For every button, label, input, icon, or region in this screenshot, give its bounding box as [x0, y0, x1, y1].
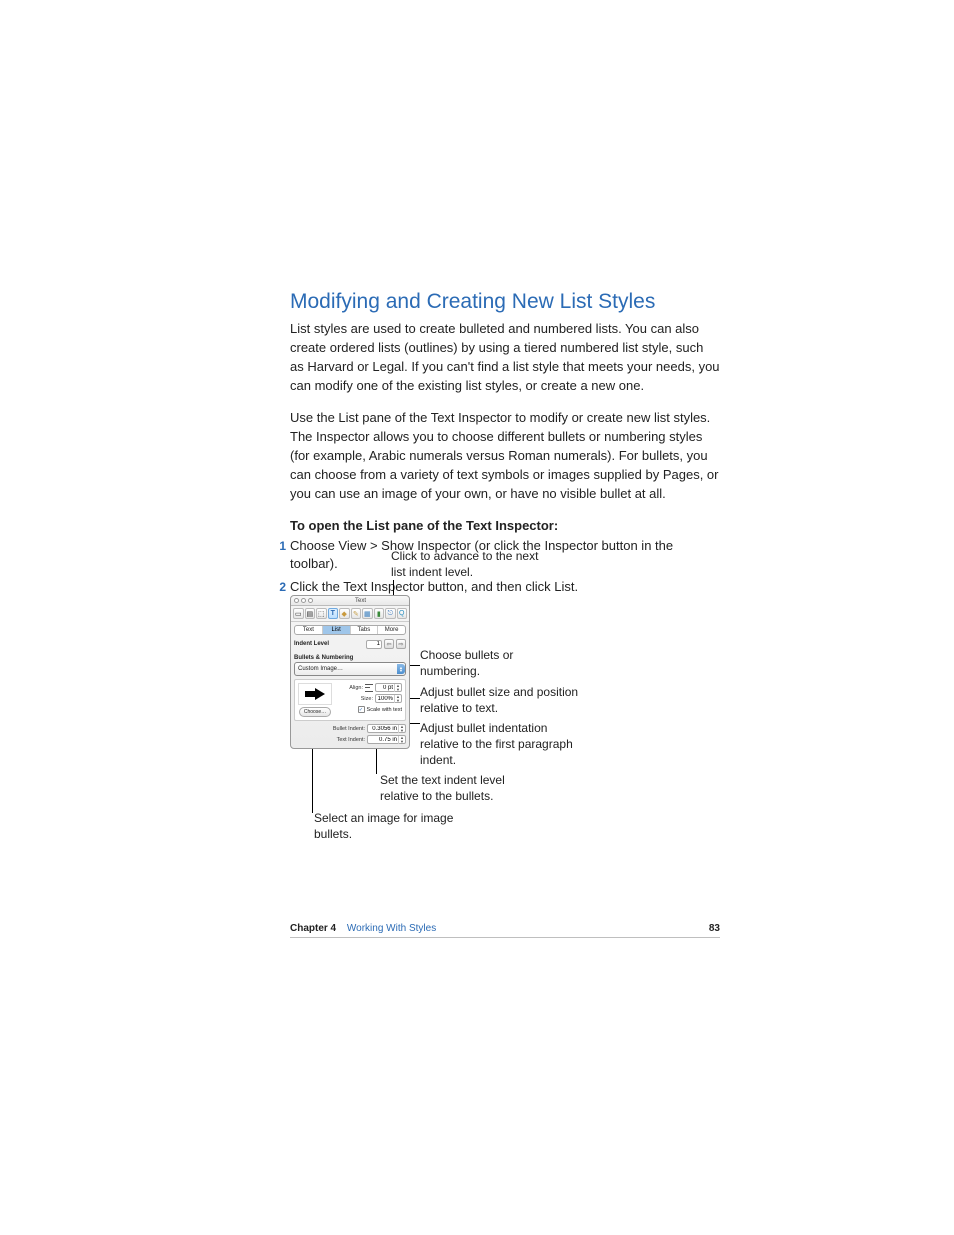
indent-level-label: Indent Level	[294, 641, 329, 647]
bullets-dropdown-value: Custom Image…	[298, 666, 343, 672]
choose-button[interactable]: Choose…	[299, 707, 331, 717]
wrap-inspector-icon[interactable]: ⬚	[316, 608, 327, 619]
tab-list[interactable]: List	[323, 626, 351, 634]
inspector-toolbar: ▭ ▤ ⬚ T ◆ ✎ ▦ ▮ ⎋ Q	[291, 606, 409, 622]
section-heading: Modifying and Creating New List Styles	[290, 290, 720, 314]
quicktime-inspector-icon[interactable]: Q	[397, 608, 408, 619]
bullet-image-preview	[298, 683, 332, 705]
align-field[interactable]	[376, 685, 394, 691]
tab-text[interactable]: Text	[295, 626, 323, 634]
arrow-icon	[305, 688, 325, 700]
minimize-dot-icon[interactable]	[301, 598, 306, 603]
body-paragraph-1: List styles are used to create bulleted …	[290, 320, 720, 395]
align-icon	[365, 684, 373, 692]
dropdown-arrows-icon: ▲▼	[397, 664, 405, 674]
inspector-panel: Text ▭ ▤ ⬚ T ◆ ✎ ▦ ▮ ⎋ Q Text List Tabs …	[290, 595, 410, 749]
callout-size: Adjust bullet size and position relative…	[420, 684, 585, 716]
metrics-inspector-icon[interactable]: ✎	[351, 608, 362, 619]
table-inspector-icon[interactable]: ▦	[362, 608, 373, 619]
indent-level-field[interactable]	[367, 641, 381, 647]
close-dot-icon[interactable]	[294, 598, 299, 603]
text-indent-label: Text Indent:	[337, 737, 365, 743]
scale-label: Scale with text	[367, 707, 402, 713]
align-stepper[interactable]: ▲▼	[375, 683, 402, 692]
page-number: 83	[709, 923, 720, 934]
size-label: Size:	[361, 696, 373, 702]
step-number: 2	[272, 579, 286, 596]
bullet-indent-label: Bullet Indent:	[333, 726, 365, 732]
scale-checkbox[interactable]: ✓	[358, 706, 365, 713]
size-stepper[interactable]: ▲▼	[375, 694, 402, 703]
bullets-section-label: Bullets & Numbering	[291, 652, 409, 662]
bullets-dropdown[interactable]: Custom Image… ▲▼	[294, 662, 406, 676]
tab-more[interactable]: More	[378, 626, 405, 634]
inspector-titlebar: Text	[291, 596, 409, 606]
callout-choose-image: Select an image for image bullets.	[314, 810, 474, 842]
callout-text-indent: Set the text indent level relative to th…	[380, 772, 540, 804]
chart-inspector-icon[interactable]: ▮	[374, 608, 385, 619]
zoom-dot-icon[interactable]	[308, 598, 313, 603]
callout-bullet-indent: Adjust bullet indentation relative to th…	[420, 720, 580, 769]
step-number: 1	[272, 538, 286, 555]
indent-right-button[interactable]: ⇨	[396, 639, 406, 649]
indent-level-stepper[interactable]	[366, 640, 382, 649]
callout-bullets-numbering: Choose bullets or numbering.	[420, 647, 540, 679]
inspector-tabs[interactable]: Text List Tabs More	[294, 625, 406, 635]
indent-left-button[interactable]: ⇦	[384, 639, 394, 649]
size-field[interactable]	[376, 696, 394, 702]
chapter-title: Working With Styles	[347, 923, 436, 934]
layout-inspector-icon[interactable]: ▤	[305, 608, 316, 619]
link-inspector-icon[interactable]: ⎋	[385, 608, 396, 619]
page-footer: Chapter 4 Working With Styles 83	[290, 923, 720, 938]
graphic-inspector-icon[interactable]: ◆	[339, 608, 350, 619]
text-indent-field[interactable]	[368, 737, 398, 743]
bullet-indent-field[interactable]	[368, 726, 398, 732]
bullet-indent-stepper[interactable]: ▲▼	[367, 724, 406, 733]
procedure-heading: To open the List pane of the Text Inspec…	[290, 518, 720, 533]
image-panel: Choose… Align: ▲▼ Size:	[294, 679, 406, 721]
tab-tabs[interactable]: Tabs	[351, 626, 379, 634]
align-label: Align:	[349, 685, 363, 691]
callout-indent-level: Click to advance to the next list indent…	[391, 548, 551, 580]
indent-level-row: Indent Level ⇦ ⇨	[291, 638, 409, 652]
body-paragraph-2: Use the List pane of the Text Inspector …	[290, 409, 720, 503]
text-inspector-icon[interactable]: T	[328, 608, 339, 619]
chapter-label: Chapter 4	[290, 923, 336, 934]
inspector-title: Text	[315, 598, 406, 604]
document-inspector-icon[interactable]: ▭	[293, 608, 304, 619]
text-indent-stepper[interactable]: ▲▼	[367, 735, 406, 744]
